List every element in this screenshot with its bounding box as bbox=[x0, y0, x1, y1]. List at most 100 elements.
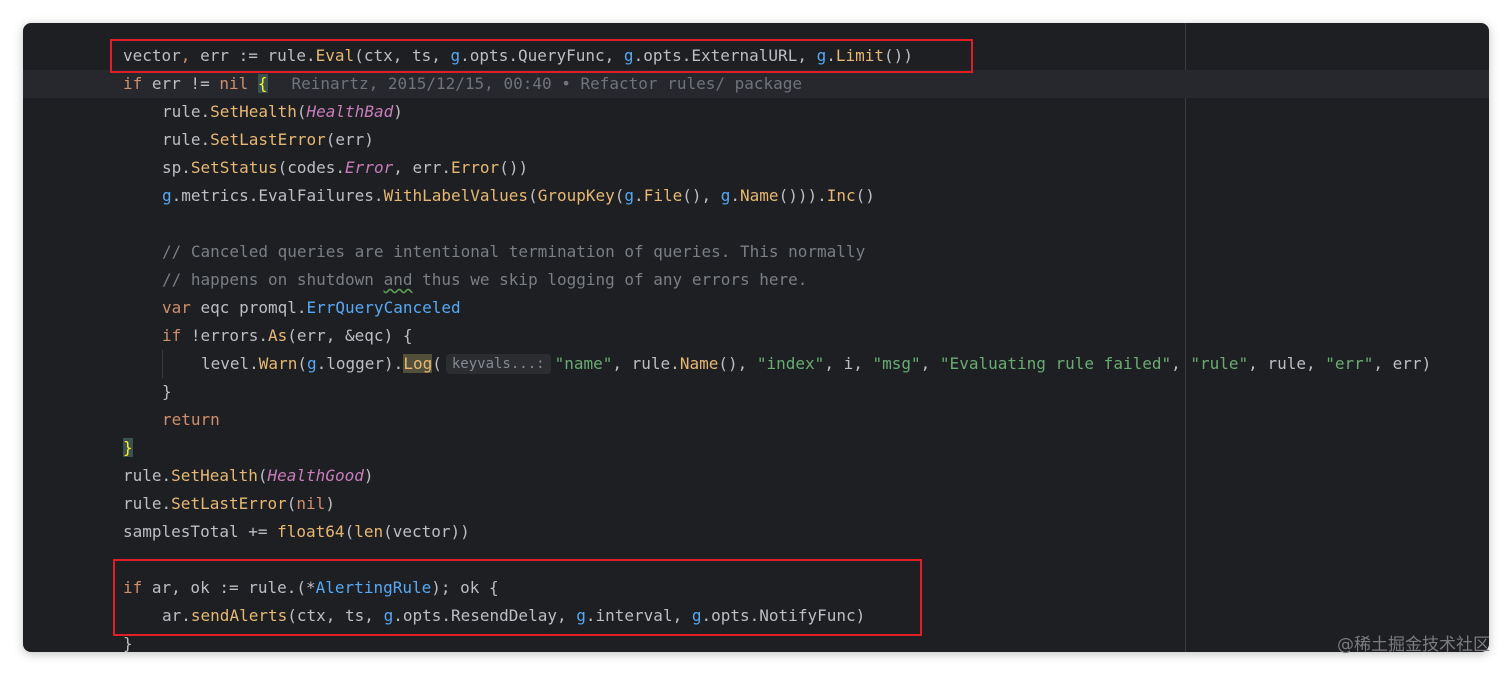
code-comment-line[interactable]: // happens on shutdown and thus we skip … bbox=[23, 266, 1489, 294]
code-token: SetHealth bbox=[171, 466, 258, 485]
code-token: Warn bbox=[258, 354, 298, 373]
code-text: } bbox=[123, 434, 133, 462]
type-name: AlertingRule bbox=[315, 578, 432, 597]
code-text: } bbox=[123, 630, 133, 652]
code-token: "name" bbox=[554, 354, 613, 373]
code-line[interactable]: rule.SetLastError(nil) bbox=[23, 490, 1489, 518]
code-line[interactable]: var eqc promql.ErrQueryCanceled bbox=[23, 294, 1489, 322]
code-token: samplesTotal += bbox=[123, 522, 278, 541]
code-token: ); ok { bbox=[431, 578, 499, 597]
code-token: ( bbox=[528, 186, 538, 205]
code-line[interactable]: g.metrics.EvalFailures.WithLabelValues(G… bbox=[23, 182, 1489, 210]
code-text: ar.sendAlerts(ctx, ts, g.opts.ResendDela… bbox=[123, 602, 865, 630]
code-token: vector bbox=[123, 46, 181, 65]
code-token: err != bbox=[142, 74, 220, 93]
code-token: Name bbox=[740, 186, 779, 205]
code-line[interactable]: if !errors.As(err, &eqc) { bbox=[23, 322, 1489, 350]
indent-guide bbox=[123, 238, 162, 266]
code-token: float64 bbox=[277, 522, 345, 541]
code-line[interactable]: return bbox=[23, 406, 1489, 434]
code-token: SetStatus bbox=[190, 158, 278, 177]
indent-guide bbox=[123, 378, 162, 406]
code-token: rule. bbox=[162, 102, 211, 121]
code-token: .interval, bbox=[585, 606, 692, 625]
code-token: g bbox=[162, 186, 172, 205]
code-token: ( bbox=[344, 522, 355, 541]
code-text: if err != nil { Reinartz, 2015/12/15, 00:… bbox=[123, 70, 802, 98]
code-token: SetHealth bbox=[210, 102, 297, 121]
code-line[interactable]: } bbox=[23, 378, 1489, 406]
code-token: eqc promql. bbox=[190, 298, 307, 317]
code-token: g bbox=[816, 46, 827, 65]
code-token: ( bbox=[297, 354, 307, 373]
code-token: Error bbox=[451, 158, 500, 177]
indent-guide bbox=[123, 182, 162, 210]
code-token: ( bbox=[432, 354, 442, 373]
spellcheck-squiggle: and bbox=[383, 270, 413, 289]
code-token: len bbox=[354, 522, 384, 541]
code-token: "msg" bbox=[872, 354, 921, 373]
code-token: nil bbox=[219, 74, 249, 93]
code-token: "index" bbox=[756, 354, 825, 373]
code-token: HealthBad bbox=[306, 102, 394, 121]
matched-brace: } bbox=[123, 438, 133, 457]
code-line[interactable]: rule.SetHealth(HealthBad) bbox=[23, 98, 1489, 126]
code-line[interactable]: } bbox=[23, 434, 1489, 462]
matched-brace: { bbox=[257, 74, 268, 93]
code-token: rule. bbox=[123, 494, 172, 513]
code-token: ) bbox=[325, 494, 335, 513]
code-token: ar. bbox=[162, 606, 191, 625]
code-token: g bbox=[383, 606, 394, 625]
code-token: (vector)) bbox=[383, 522, 470, 541]
code-token: rule. bbox=[123, 466, 172, 485]
code-token: sp. bbox=[162, 158, 191, 177]
indent-guide bbox=[123, 126, 162, 154]
git-blame-annotation[interactable]: Reinartz, 2015/12/15, 00:40 • Refactor r… bbox=[292, 74, 803, 93]
code-token: ())). bbox=[778, 186, 827, 205]
code-text: if !errors.As(err, &eqc) { bbox=[123, 322, 412, 350]
code-token: (ctx, ts, bbox=[354, 46, 451, 65]
code-line[interactable]: samplesTotal += float64(len(vector)) bbox=[23, 518, 1489, 546]
code-token: ()) bbox=[884, 46, 913, 65]
highlighted-call: Log bbox=[403, 354, 433, 373]
indent-guide bbox=[123, 266, 162, 294]
code-line[interactable]: } bbox=[23, 630, 1489, 652]
code-token: , rule, bbox=[1248, 354, 1326, 373]
code-token: return bbox=[162, 410, 220, 429]
code-token: g bbox=[720, 186, 731, 205]
code-token: As bbox=[267, 326, 288, 345]
code-text: // Canceled queries are intentional term… bbox=[123, 238, 865, 266]
code-token: ar, ok := rule.(* bbox=[142, 578, 316, 597]
code-line[interactable]: ar.sendAlerts(ctx, ts, g.opts.ResendDela… bbox=[23, 602, 1489, 630]
code-token: .metrics.EvalFailures. bbox=[171, 186, 384, 205]
code-token: () bbox=[855, 186, 875, 205]
code-line[interactable]: vector, err := rule.Eval(ctx, ts, g.opts… bbox=[23, 42, 1489, 70]
code-text: rule.SetHealth(HealthGood) bbox=[123, 462, 373, 490]
code-comment-line[interactable]: // Canceled queries are intentional term… bbox=[23, 238, 1489, 266]
code-line[interactable]: level.Warn(g.logger).Log(keyvals...: "nam… bbox=[23, 350, 1489, 378]
code-token: // happens on shutdown bbox=[162, 270, 384, 289]
indent-guide bbox=[162, 350, 201, 378]
code-token: var bbox=[162, 298, 191, 317]
code-line[interactable]: rule.SetHealth(HealthGood) bbox=[23, 462, 1489, 490]
code-line[interactable]: rule.SetLastError(err) bbox=[23, 126, 1489, 154]
indent-guide bbox=[123, 154, 162, 182]
code-editor[interactable]: vector, err := rule.Eval(ctx, ts, g.opts… bbox=[23, 23, 1489, 652]
parameter-hint: keyvals...: bbox=[445, 354, 551, 374]
code-line-current[interactable]: if err != nil { Reinartz, 2015/12/15, 00:… bbox=[23, 70, 1489, 98]
code-line[interactable]: sp.SetStatus(codes.Error, err.Error()) bbox=[23, 154, 1489, 182]
code-token: Name bbox=[679, 354, 719, 373]
code-line[interactable]: if ar, ok := rule.(*AlertingRule); ok { bbox=[23, 574, 1489, 602]
code-token: (ctx, ts, bbox=[287, 606, 384, 625]
code-text: level.Warn(g.logger).Log(keyvals...: "nam… bbox=[123, 350, 1431, 378]
keyword: if bbox=[123, 74, 143, 93]
code-text: var eqc promql.ErrQueryCanceled bbox=[123, 294, 461, 322]
code-token: } bbox=[123, 634, 133, 652]
code-text: sp.SetStatus(codes.Error, err.Error()) bbox=[123, 154, 528, 182]
code-token: !errors. bbox=[181, 326, 268, 345]
code-text: if ar, ok := rule.(*AlertingRule); ok { bbox=[123, 574, 499, 602]
code-token: Limit bbox=[835, 46, 885, 65]
code-token: , bbox=[180, 46, 201, 65]
code-text: } bbox=[123, 378, 172, 406]
